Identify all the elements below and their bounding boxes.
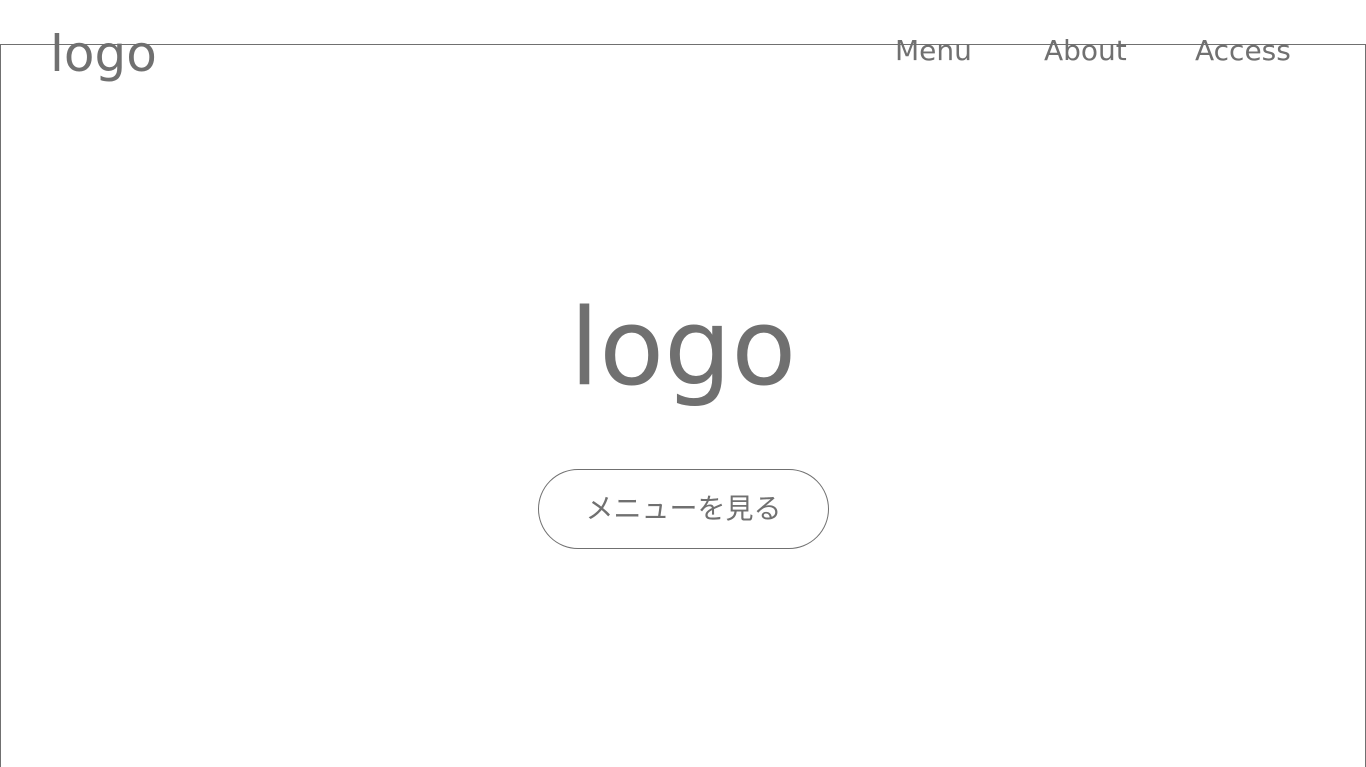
main-nav: Menu About Access — [0, 33, 1366, 69]
hero-logo: logo — [569, 286, 797, 409]
nav-item-menu[interactable]: Menu — [895, 33, 972, 69]
nav-item-about[interactable]: About — [1044, 33, 1127, 69]
nav-item-access[interactable]: Access — [1195, 33, 1291, 69]
view-menu-button[interactable]: メニューを見る — [538, 469, 829, 549]
